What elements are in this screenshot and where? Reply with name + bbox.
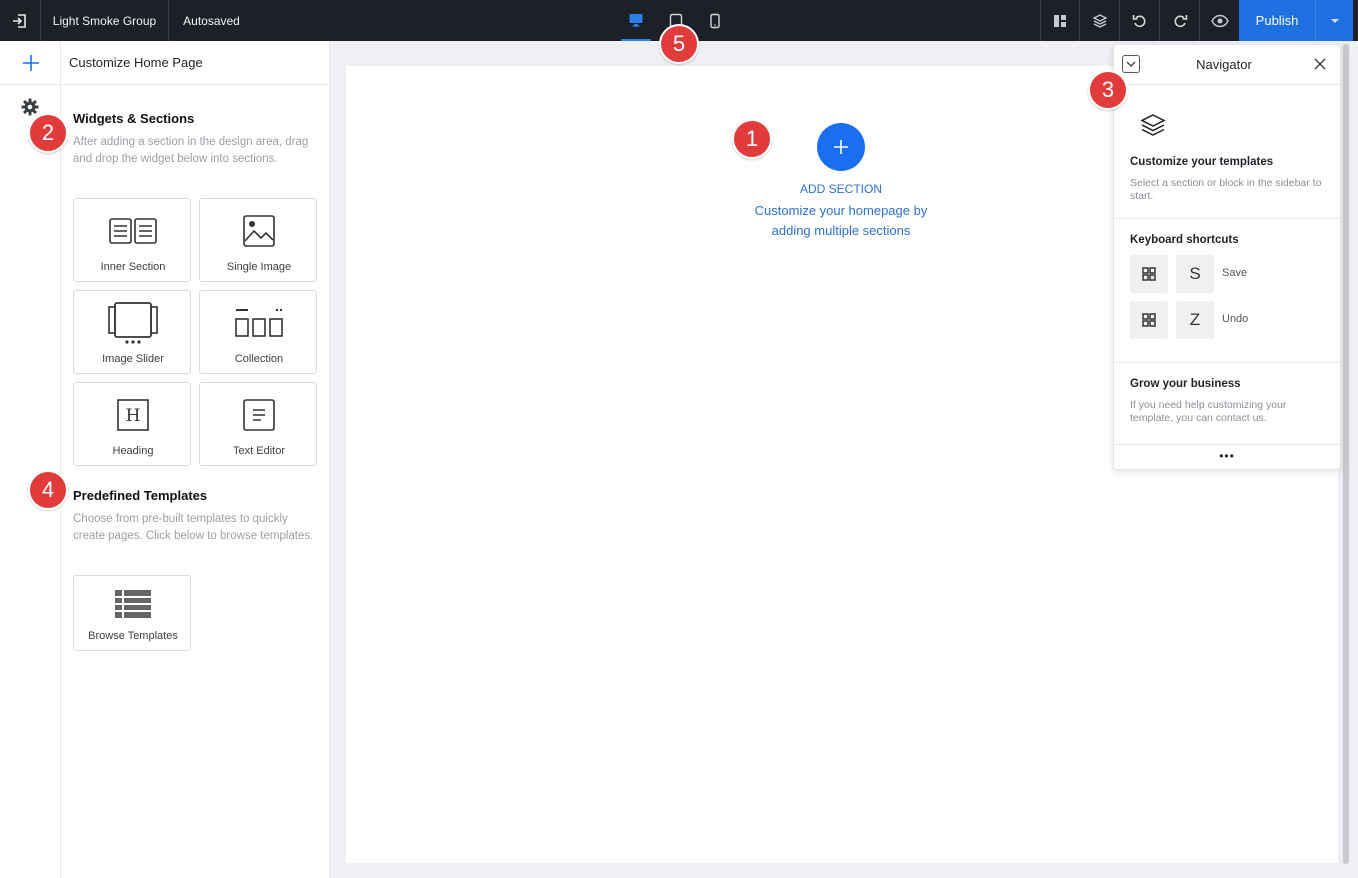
add-section-description: Customize your homepage by adding multip… [754, 203, 928, 238]
widget-label: Single Image [226, 261, 292, 273]
step-badge-3: 3 [1088, 70, 1128, 110]
redo-icon [1174, 14, 1187, 27]
widgets-section-description: After adding a section in the design are… [73, 136, 309, 165]
shortcut-label: Undo [1222, 313, 1249, 325]
command-grid-icon [1142, 267, 1156, 281]
divider [1114, 218, 1340, 219]
heading-icon: H [74, 395, 192, 435]
exit-icon [13, 13, 26, 28]
widget-label: Text Editor [233, 445, 285, 457]
svg-text:H: H [126, 406, 141, 426]
widget-image-slider[interactable]: Image Slider [73, 290, 191, 374]
site-name-label: Light Smoke Group [52, 13, 157, 28]
chevron-down-icon [1126, 61, 1136, 67]
plus-icon [834, 140, 848, 154]
exit-button[interactable] [0, 0, 41, 41]
grow-business-title: Grow your business [1130, 378, 1241, 390]
preview-button[interactable] [1200, 0, 1239, 41]
undo-button[interactable] [1120, 0, 1160, 41]
panel-title: Customize Home Page [69, 55, 203, 70]
desktop-view-button[interactable] [621, 0, 651, 41]
navigator-header: Navigator [1114, 45, 1340, 85]
step-badge-1: 1 [732, 119, 772, 159]
widgets-section-title: Widgets & Sections [73, 111, 195, 126]
browse-templates-button[interactable]: Browse Templates [73, 575, 191, 651]
template-list-icon [74, 584, 192, 624]
mobile-icon [710, 13, 720, 28]
image-icon [200, 211, 318, 251]
close-icon [1314, 58, 1326, 70]
autosave-label: Autosaved [183, 13, 240, 28]
modifier-key [1130, 255, 1168, 293]
shortcut-label: Save [1222, 267, 1248, 279]
browse-templates-label: Browse Templates [88, 630, 178, 642]
redo-button[interactable] [1160, 0, 1200, 41]
shortcut-key: S [1176, 255, 1214, 293]
inner-section-icon [74, 211, 192, 251]
widgets-panel: Customize Home Page Widgets & Sections A… [61, 41, 330, 878]
desktop-icon [629, 13, 643, 27]
publish-button[interactable]: Publish [1239, 0, 1315, 41]
mobile-view-button[interactable] [700, 0, 730, 41]
chevron-down-icon [1330, 18, 1339, 23]
widget-label: Collection [234, 353, 284, 365]
publish-label: Publish [1255, 13, 1299, 28]
layers-button[interactable] [1080, 0, 1120, 41]
modifier-key [1130, 301, 1168, 339]
widget-text-editor[interactable]: Text Editor [199, 382, 317, 466]
shortcuts-title: Keyboard shortcuts [1130, 234, 1239, 246]
canvas-scrollbar[interactable] [1343, 44, 1349, 864]
undo-icon [1132, 14, 1145, 27]
step-badge-5: 5 [659, 24, 699, 64]
left-rail [0, 41, 61, 878]
plus-icon [22, 54, 39, 71]
templates-section-title: Predefined Templates [73, 488, 208, 503]
layers-icon [1140, 112, 1166, 143]
navigator-panel: Navigator Customize your templates Selec… [1113, 44, 1341, 470]
step-badge-4: 4 [28, 470, 68, 510]
widget-inner-section[interactable]: Inner Section [73, 198, 191, 282]
navigator-close-button[interactable] [1311, 55, 1329, 73]
preview-eye-icon [1210, 14, 1229, 27]
add-widgets-tab[interactable] [0, 41, 61, 85]
navigator-title: Navigator [1196, 57, 1252, 72]
navigator-collapse-button[interactable] [1122, 55, 1140, 73]
widget-label: Inner Section [100, 261, 166, 273]
divider [1114, 444, 1340, 445]
add-section-label[interactable]: ADD SECTION [741, 182, 941, 196]
publish-options-button[interactable] [1315, 0, 1353, 41]
widget-single-image[interactable]: Single Image [199, 198, 317, 282]
widget-collection[interactable]: Collection [199, 290, 317, 374]
gear-icon [21, 98, 39, 116]
more-options-button[interactable]: ••• [1114, 449, 1340, 463]
text-editor-icon [200, 395, 318, 435]
navigator-intro-description: Select a section or block in the sidebar… [1130, 177, 1322, 202]
grow-business-description: If you need help customizing your templa… [1130, 399, 1287, 424]
site-name[interactable]: Light Smoke Group [41, 0, 169, 41]
add-section-button[interactable] [817, 123, 865, 171]
widget-heading[interactable]: H Heading [73, 382, 191, 466]
divider [1114, 362, 1340, 363]
step-badge-2: 2 [28, 113, 68, 153]
command-grid-icon [1142, 313, 1156, 327]
collection-icon [200, 303, 318, 343]
widget-label: Heading [112, 445, 154, 457]
layout-button[interactable] [1040, 0, 1080, 41]
slider-icon [74, 302, 192, 344]
settings-tab[interactable] [20, 97, 40, 117]
layout-icon [1054, 14, 1066, 27]
shortcut-key: Z [1176, 301, 1214, 339]
layers-icon [1092, 13, 1107, 28]
autosave-status: Autosaved [169, 0, 254, 41]
navigator-intro-title: Customize your templates [1130, 156, 1274, 168]
templates-section-description: Choose from pre-built templates to quick… [73, 513, 314, 542]
panel-header: Customize Home Page [61, 41, 330, 85]
widget-label: Image Slider [102, 353, 164, 365]
